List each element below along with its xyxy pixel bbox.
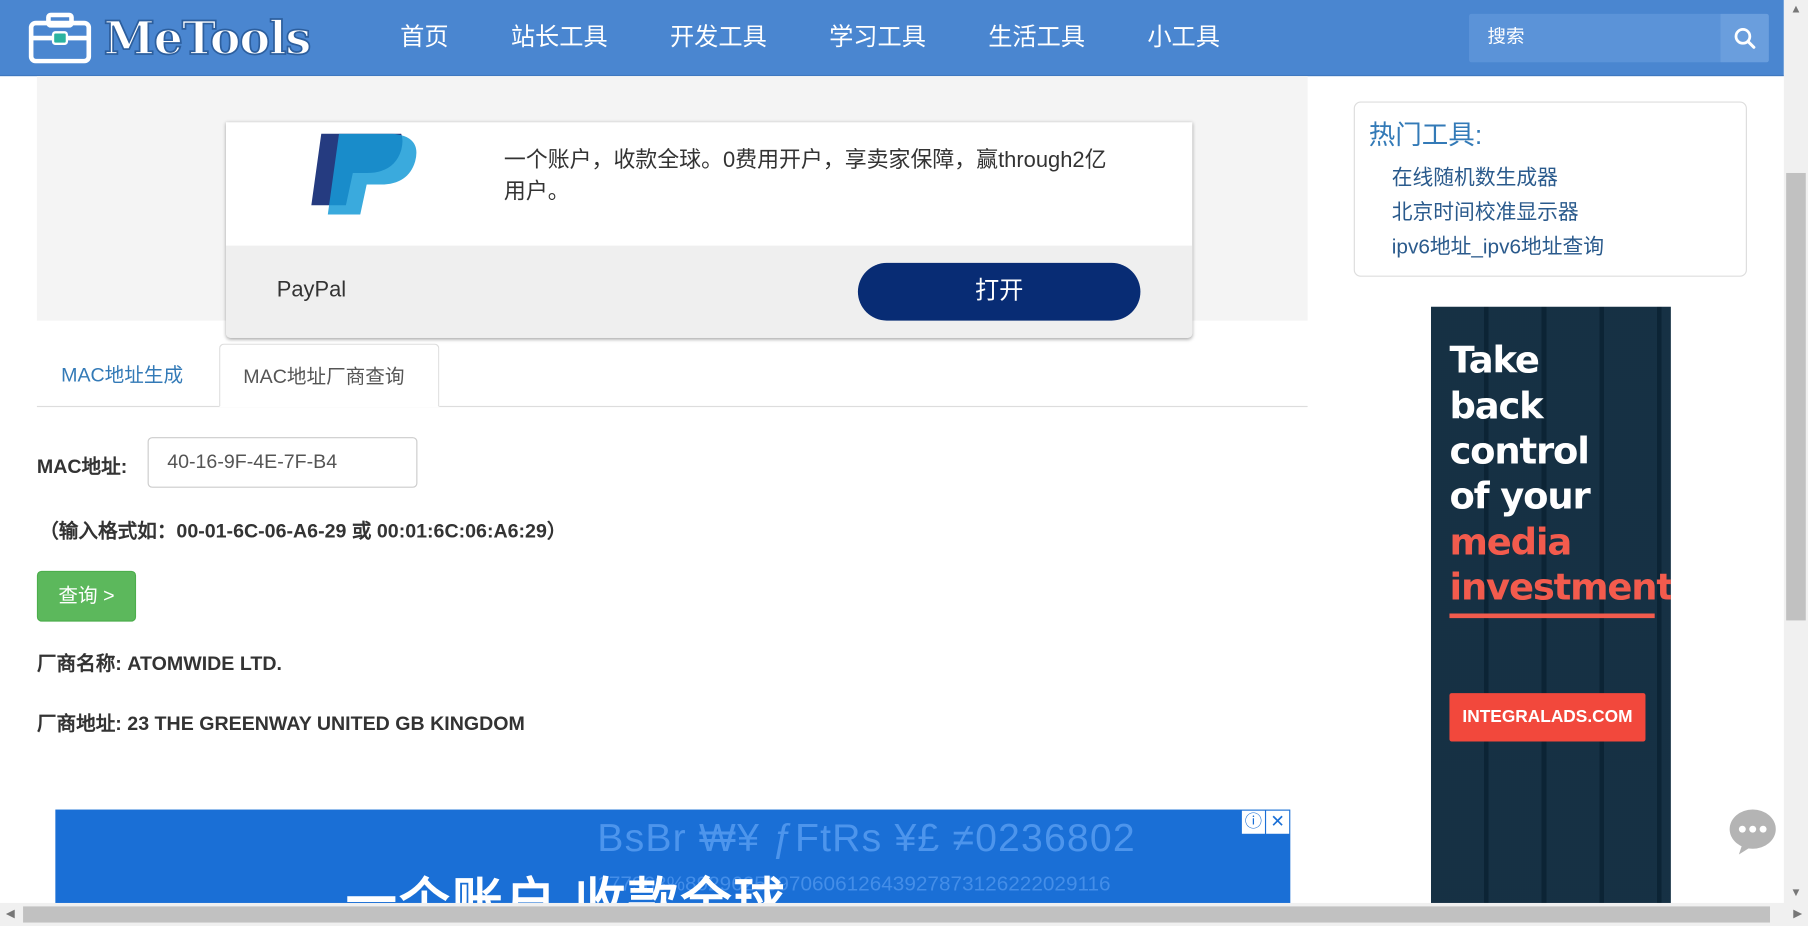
vendor-name-label: 厂商名称: <box>36 652 122 675</box>
scroll-down-icon[interactable]: ▼ <box>1784 883 1808 903</box>
ad-footer: PayPal 打开 <box>226 245 1193 338</box>
side-ad-text: Take <box>1449 337 1539 382</box>
hot-tools-panel: 热门工具: 在线随机数生成器 北京时间校准显示器 ipv6地址_ipv6地址查询 <box>1353 101 1747 277</box>
logo-text: MeTools <box>103 10 312 66</box>
search-input[interactable] <box>1469 13 1721 63</box>
paypal-ad-card[interactable]: 一个账户，收款全球。0费用开户，享卖家保障，赢through2亿用户。 PayP… <box>226 122 1193 338</box>
vertical-scrollbar[interactable]: ▲ ▼ <box>1783 0 1808 903</box>
horizontal-scrollbar[interactable]: ◀ ▶ <box>0 902 1808 926</box>
side-ad-text: of your <box>1449 473 1590 518</box>
top-ad-area: 一个账户，收款全球。0费用开户，享卖家保障，赢through2亿用户。 PayP… <box>36 76 1308 338</box>
scroll-up-icon[interactable]: ▲ <box>1784 0 1808 20</box>
tool-tabs: MAC地址生成 MAC地址厂商查询 <box>36 343 1308 408</box>
vendor-address-label: 厂商地址: <box>36 712 122 735</box>
nav-home[interactable]: 首页 <box>369 0 480 76</box>
site-header: MeTools 首页 站长工具 开发工具 学习工具 生活工具 小工具 <box>0 0 1784 77</box>
side-ad-text: back <box>1449 384 1543 428</box>
query-button[interactable]: 查询 > <box>36 570 137 622</box>
vertical-scroll-thumb[interactable] <box>1786 172 1806 621</box>
side-ad-text-accent: investment <box>1449 565 1671 609</box>
chat-bubble-icon[interactable] <box>1728 807 1776 855</box>
search-button[interactable] <box>1720 13 1769 63</box>
hot-tools-list: 在线随机数生成器 北京时间校准显示器 ipv6地址_ipv6地址查询 <box>1392 160 1604 264</box>
ad-headline: 一个账户 收款全球 <box>345 874 787 907</box>
tab-mac-vendor-lookup[interactable]: MAC地址厂商查询 <box>219 343 440 408</box>
nav-webmaster-tools[interactable]: 站长工具 <box>480 0 639 76</box>
search-icon <box>1734 28 1756 49</box>
hot-tool-link[interactable]: ipv6地址_ipv6地址查询 <box>1392 229 1604 264</box>
side-ad-rule <box>1449 613 1655 619</box>
ad-open-button[interactable]: 打开 <box>857 262 1141 321</box>
ad-choices: ⓘ ✕ <box>1241 810 1290 834</box>
nav-study-tools[interactable]: 学习工具 <box>798 0 957 76</box>
paypal-logo-icon <box>311 133 417 215</box>
vendor-name-value: ATOMWIDE LTD. <box>127 652 282 675</box>
vendor-name-row: 厂商名称: ATOMWIDE LTD. <box>37 647 282 676</box>
tab-mac-generate[interactable]: MAC地址生成 <box>37 344 207 407</box>
search-box <box>1469 13 1769 63</box>
mac-address-input[interactable] <box>147 437 418 488</box>
vendor-address-row: 厂商地址: 23 THE GREENWAY UNITED GB KINGDOM <box>37 707 525 736</box>
side-ad-text: control <box>1449 428 1589 473</box>
bottom-ad-banner[interactable]: BsBr ₩¥ ƒFtRs ¥£ ≠0236802 177963%8929625… <box>55 809 1291 907</box>
nav-dev-tools[interactable]: 开发工具 <box>639 0 798 76</box>
site-logo[interactable]: MeTools <box>28 8 312 68</box>
scroll-left-icon[interactable]: ◀ <box>0 903 21 926</box>
ad-currency-symbols: BsBr ₩¥ ƒFtRs ¥£ ≠0236802 <box>597 816 1136 861</box>
scroll-right-icon[interactable]: ▶ <box>1787 903 1808 926</box>
vendor-address-value: 23 THE GREENWAY UNITED GB KINGDOM <box>127 712 525 735</box>
side-ad-banner[interactable]: Take back control of your media investme… <box>1430 306 1671 907</box>
side-ad-text-accent: media <box>1449 520 1572 564</box>
main-nav: 首页 站长工具 开发工具 学习工具 生活工具 小工具 <box>369 0 1251 76</box>
ad-info-icon[interactable]: ⓘ <box>1241 810 1265 834</box>
toolbox-icon <box>28 12 93 64</box>
nav-life-tools[interactable]: 生活工具 <box>957 0 1116 76</box>
side-ad-cta[interactable]: INTEGRALADS.COM <box>1449 693 1646 742</box>
format-hint: （输入格式如：00-01-6C-06-A6-29 或 00:01:6C:06:A… <box>39 520 567 543</box>
horizontal-scroll-thumb[interactable] <box>23 906 1771 923</box>
mac-label: MAC地址: <box>36 455 128 478</box>
ad-description: 一个账户，收款全球。0费用开户，享卖家保障，赢through2亿用户。 <box>503 148 1107 205</box>
hot-tool-link[interactable]: 在线随机数生成器 <box>1392 160 1604 195</box>
hot-tool-link[interactable]: 北京时间校准显示器 <box>1392 195 1604 230</box>
ad-brand: PayPal <box>276 277 347 303</box>
hot-tools-title: 热门工具: <box>1368 119 1483 150</box>
ad-close-icon[interactable]: ✕ <box>1266 810 1290 834</box>
nav-small-tools[interactable]: 小工具 <box>1116 0 1251 76</box>
